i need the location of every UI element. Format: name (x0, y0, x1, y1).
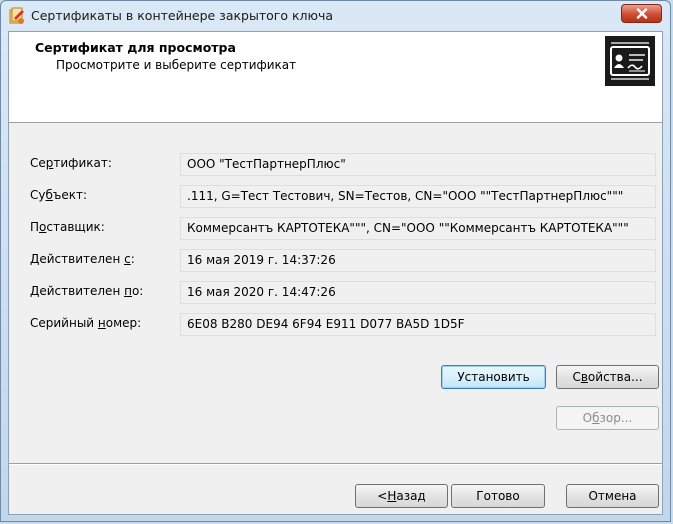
cryptopro-app-icon (9, 7, 24, 24)
header-title: Сертификат для просмотра (35, 40, 236, 55)
title-bar[interactable]: Сертификаты в контейнере закрытого ключа (1, 1, 670, 31)
subject-label: Субъект: (30, 188, 88, 202)
close-icon (636, 8, 647, 19)
serial-number-field[interactable]: 6E08 B280 DE94 6F94 E911 D077 BA5D 1D5F (180, 313, 656, 336)
close-button[interactable] (621, 4, 662, 23)
footer-separator (9, 463, 662, 465)
browse-button[interactable]: Об зор... (556, 406, 659, 430)
header-subtitle: Просмотрите и выберите сертификат (56, 58, 297, 72)
back-button[interactable]: < Назад (355, 484, 448, 508)
issuer-label: Поставщик: (30, 220, 105, 234)
serial-number-label: Серийный номер: (30, 316, 142, 330)
wizard-header: Сертификат для просмотра Просмотрите и в… (9, 32, 662, 123)
valid-from-label: Действителен с: (30, 252, 135, 266)
subject-field[interactable]: .111, G=Тест Тестович, SN=Тестов, CN="ОО… (180, 185, 656, 208)
dialog-content: Сертификат для просмотра Просмотрите и в… (8, 31, 663, 515)
issuer-field[interactable]: Коммерсантъ КАРТОТЕКА""", CN="ООО ""Комм… (180, 217, 656, 240)
properties-button[interactable]: Св ойства... (556, 365, 659, 389)
valid-from-field[interactable]: 16 мая 2019 г. 14:37:26 (180, 249, 656, 272)
finish-button[interactable]: Готово (451, 484, 545, 508)
valid-to-label: Действителен по: (30, 284, 144, 298)
certificate-card-icon (605, 36, 655, 86)
cancel-button[interactable]: Отмена (566, 484, 659, 508)
window-title: Сертификаты в контейнере закрытого ключа (31, 8, 334, 23)
dialog-window: Сертификаты в контейнере закрытого ключа… (0, 0, 671, 522)
certificate-field[interactable]: ООО "ТестПартнерПлюс" (180, 153, 656, 176)
certificate-label: Сертификат: (30, 156, 112, 170)
valid-to-field[interactable]: 16 мая 2020 г. 14:47:26 (180, 281, 656, 304)
install-button[interactable]: Установить (441, 365, 546, 389)
